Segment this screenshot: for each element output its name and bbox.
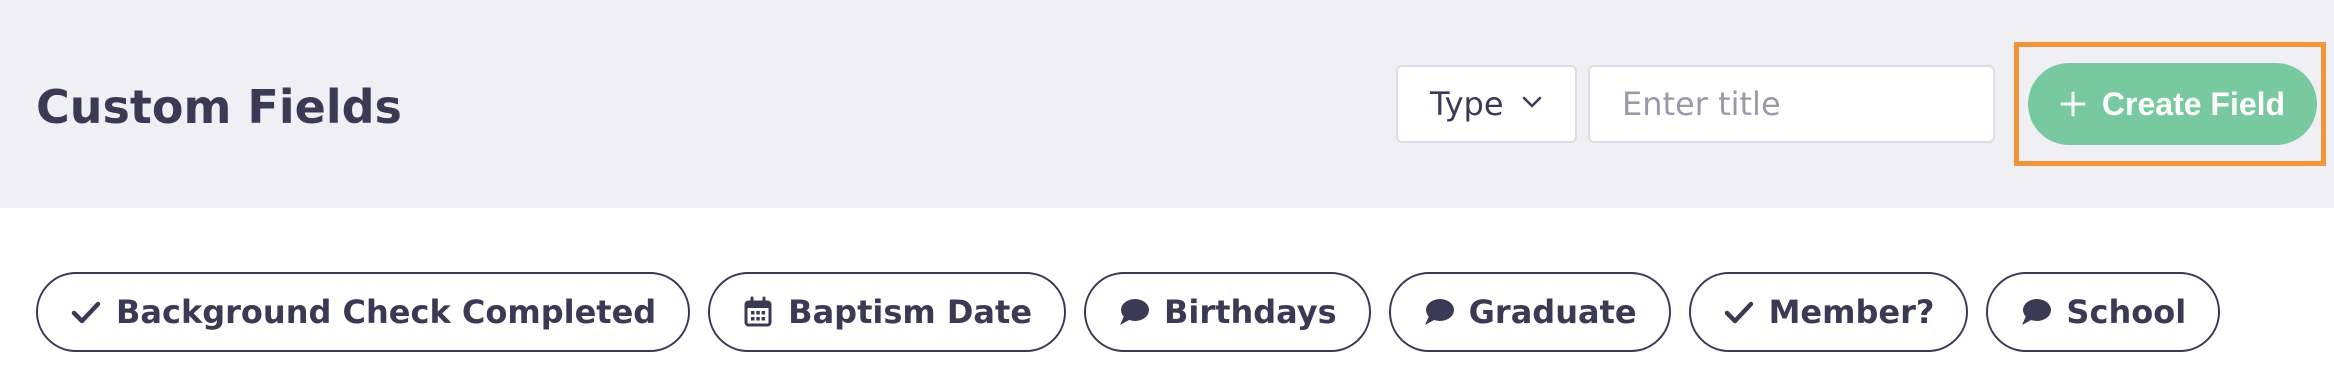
plus-icon [2060, 91, 2086, 117]
speech-bubble-icon [1424, 299, 1454, 325]
create-field-button[interactable]: Create Field [2028, 63, 2317, 145]
type-dropdown-label: Type [1430, 85, 1504, 123]
field-chip[interactable]: School [1986, 272, 2221, 352]
check-icon [1724, 301, 1753, 324]
header-bar: Custom Fields Type Create Field [0, 0, 2334, 208]
speech-bubble-icon [2022, 299, 2052, 325]
field-chip[interactable]: Baptism Date [708, 272, 1067, 352]
speech-bubble-icon [1120, 299, 1150, 325]
calendar-icon [744, 296, 772, 327]
field-chip-label: Birthdays [1164, 293, 1337, 331]
create-field-label: Create Field [2101, 85, 2286, 122]
type-dropdown[interactable]: Type [1396, 65, 1577, 143]
field-chip-label: Graduate [1468, 293, 1637, 331]
field-chip[interactable]: Member? [1688, 272, 1969, 352]
field-chip-label: School [2066, 293, 2187, 331]
chevron-down-icon [1522, 96, 1542, 108]
check-icon [71, 301, 101, 324]
field-chip[interactable]: Graduate [1388, 272, 1671, 352]
field-chip-list: Background Check Completed Baptism Date … [36, 272, 2221, 352]
field-chip[interactable]: Birthdays [1084, 272, 1371, 352]
page-title: Custom Fields [36, 80, 402, 134]
title-input[interactable] [1588, 65, 1995, 143]
field-chip-label: Baptism Date [788, 293, 1033, 331]
field-chip-label: Member? [1768, 293, 1935, 331]
field-chip[interactable]: Background Check Completed [36, 272, 691, 352]
field-chip-label: Background Check Completed [116, 293, 657, 331]
